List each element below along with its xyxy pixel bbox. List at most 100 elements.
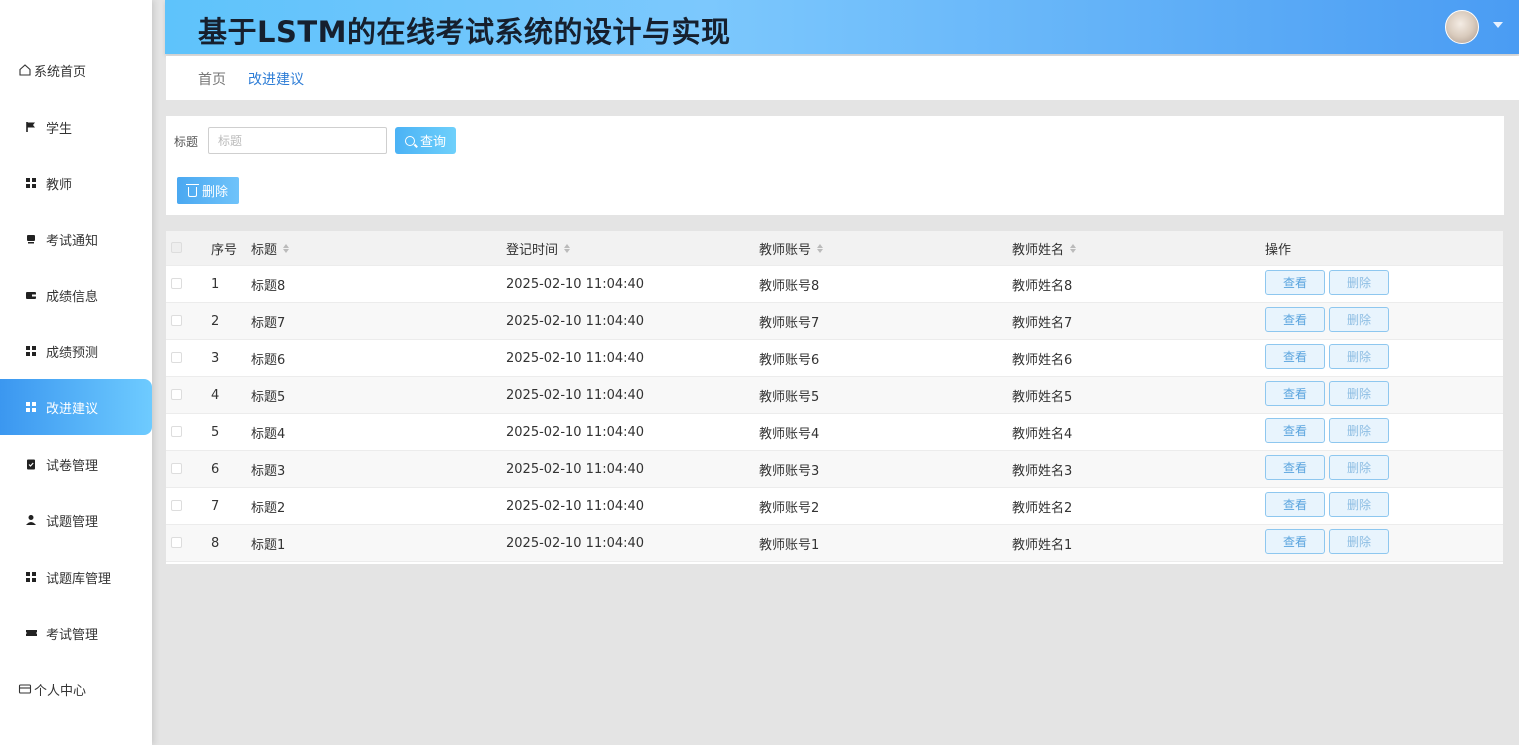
cell-time: 2025-02-10 11:04:40: [506, 498, 645, 514]
sort-icon[interactable]: [817, 243, 824, 253]
row-checkbox[interactable]: [171, 537, 182, 548]
grid-icon: [24, 176, 38, 190]
view-button[interactable]: 查看: [1265, 455, 1325, 480]
cell-time: 2025-02-10 11:04:40: [506, 424, 645, 440]
grid-icon: [24, 570, 38, 584]
delete-button[interactable]: 删除: [1329, 455, 1389, 480]
cell-account: 教师账号3: [759, 463, 820, 479]
table-row: 2 标题7 2025-02-10 11:04:40 教师账号7 教师姓名7 查看…: [166, 303, 1503, 340]
sidebar-item-paper-manage[interactable]: 试卷管理: [0, 436, 152, 492]
cell-name: 教师姓名4: [1012, 426, 1073, 442]
sidebar-item-label: 系统首页: [34, 64, 87, 80]
wallet-icon: [24, 288, 38, 302]
sidebar-item-label: 考试管理: [46, 627, 99, 643]
view-button[interactable]: 查看: [1265, 270, 1325, 295]
col-time[interactable]: 登记时间: [506, 231, 571, 265]
cell-time: 2025-02-10 11:04:40: [506, 350, 645, 366]
sidebar-item-student[interactable]: 学生: [0, 99, 152, 155]
cell-name: 教师姓名8: [1012, 278, 1073, 294]
select-all-checkbox[interactable]: [171, 242, 182, 253]
row-checkbox[interactable]: [171, 500, 182, 511]
sort-icon[interactable]: [564, 243, 571, 253]
sidebar-item-exam-manage[interactable]: 考试管理: [0, 605, 152, 661]
row-checkbox[interactable]: [171, 389, 182, 400]
col-index: 序号: [211, 242, 238, 258]
row-checkbox[interactable]: [171, 463, 182, 474]
row-checkbox[interactable]: [171, 315, 182, 326]
sidebar-item-label: 成绩信息: [46, 289, 99, 305]
sidebar-item-profile[interactable]: 个人中心: [0, 661, 152, 717]
sidebar-item-label: 考试通知: [46, 233, 99, 249]
sidebar-item-question-manage[interactable]: 试题管理: [0, 492, 152, 548]
table-header: 序号 标题 登记时间 教师账号 教师姓名 操作: [166, 231, 1503, 266]
delete-button[interactable]: 删除: [1329, 529, 1389, 554]
delete-button[interactable]: 删除: [1329, 418, 1389, 443]
table-row: 3 标题6 2025-02-10 11:04:40 教师账号6 教师姓名6 查看…: [166, 340, 1503, 377]
delete-button-label: 删除: [201, 185, 228, 200]
row-checkbox[interactable]: [171, 278, 182, 289]
flag-icon: [24, 120, 38, 134]
cell-account: 教师账号4: [759, 426, 820, 442]
query-button[interactable]: 查询: [395, 127, 456, 154]
view-button[interactable]: 查看: [1265, 381, 1325, 406]
sidebar-item-score-predict[interactable]: 成绩预测: [0, 323, 152, 379]
sort-icon[interactable]: [1070, 243, 1077, 253]
cell-title: 标题2: [251, 500, 286, 516]
sidebar-item-exam-notice[interactable]: 考试通知: [0, 211, 152, 267]
search-icon: [404, 135, 415, 146]
cell-index: 4: [211, 387, 220, 403]
notice-icon: [24, 232, 38, 246]
delete-button[interactable]: 删除: [1329, 344, 1389, 369]
delete-button[interactable]: 删除: [1329, 381, 1389, 406]
sidebar-item-score-info[interactable]: 成绩信息: [0, 267, 152, 323]
search-label: 标题: [174, 135, 199, 149]
cell-title: 标题5: [251, 389, 286, 405]
avatar[interactable]: [1445, 10, 1479, 44]
col-name[interactable]: 教师姓名: [1012, 231, 1077, 265]
caret-down-icon[interactable]: [1493, 22, 1503, 28]
title-search-input[interactable]: [208, 127, 387, 154]
table-row: 6 标题3 2025-02-10 11:04:40 教师账号3 教师姓名3 查看…: [166, 451, 1503, 488]
top-header: 基于LSTM的在线考试系统的设计与实现: [165, 0, 1519, 54]
ticket-icon: [24, 626, 38, 640]
view-button[interactable]: 查看: [1265, 529, 1325, 554]
delete-button[interactable]: 删除: [1329, 307, 1389, 332]
row-checkbox[interactable]: [171, 352, 182, 363]
cell-title: 标题4: [251, 426, 286, 442]
cell-account: 教师账号2: [759, 500, 820, 516]
sort-icon[interactable]: [283, 243, 290, 253]
cell-time: 2025-02-10 11:04:40: [506, 535, 645, 551]
cell-name: 教师姓名2: [1012, 500, 1073, 516]
col-account[interactable]: 教师账号: [759, 231, 824, 265]
col-actions: 操作: [1265, 242, 1292, 258]
clipboard-icon: [24, 457, 38, 471]
sidebar-item-home[interactable]: 系统首页: [0, 42, 152, 98]
view-button[interactable]: 查看: [1265, 492, 1325, 517]
sidebar: 系统首页 学生 教师 考试通知 成绩信息 成绩预测 改进建议 试卷管理 试题管理…: [0, 0, 152, 745]
delete-button[interactable]: 删除: [1329, 270, 1389, 295]
sidebar-item-suggestion[interactable]: 改进建议: [0, 379, 152, 435]
col-title[interactable]: 标题: [251, 231, 290, 265]
cell-name: 教师姓名3: [1012, 463, 1073, 479]
breadcrumb-home[interactable]: 首页: [198, 69, 226, 89]
table-row: 8 标题1 2025-02-10 11:04:40 教师账号1 教师姓名1 查看…: [166, 525, 1503, 562]
batch-delete-button[interactable]: 删除: [177, 177, 239, 204]
table-row: 7 标题2 2025-02-10 11:04:40 教师账号2 教师姓名2 查看…: [166, 488, 1503, 525]
cell-index: 8: [211, 535, 220, 551]
view-button[interactable]: 查看: [1265, 307, 1325, 332]
sidebar-item-label: 教师: [46, 177, 73, 193]
sidebar-item-label: 个人中心: [34, 683, 87, 699]
cell-name: 教师姓名6: [1012, 352, 1073, 368]
cell-index: 1: [211, 276, 220, 292]
breadcrumb: 首页 改进建议: [166, 56, 1519, 100]
sidebar-item-label: 改进建议: [46, 401, 99, 417]
cell-title: 标题1: [251, 537, 286, 553]
cell-account: 教师账号8: [759, 278, 820, 294]
delete-button[interactable]: 删除: [1329, 492, 1389, 517]
breadcrumb-current: 改进建议: [248, 72, 304, 88]
sidebar-item-bank-manage[interactable]: 试题库管理: [0, 549, 152, 605]
row-checkbox[interactable]: [171, 426, 182, 437]
view-button[interactable]: 查看: [1265, 344, 1325, 369]
view-button[interactable]: 查看: [1265, 418, 1325, 443]
sidebar-item-teacher[interactable]: 教师: [0, 155, 152, 211]
